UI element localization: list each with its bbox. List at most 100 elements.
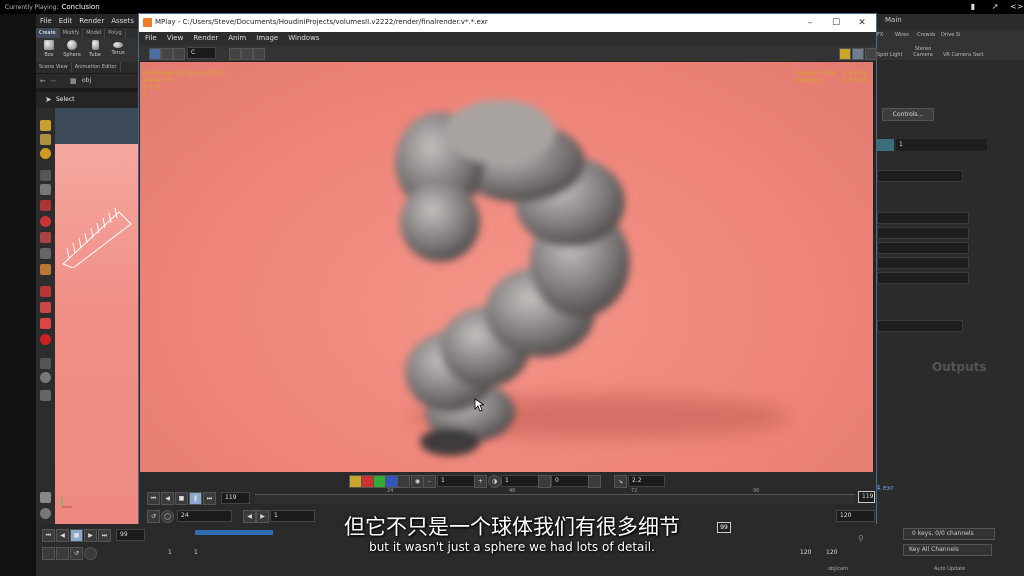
param-row[interactable] xyxy=(877,257,969,269)
scene-viewport[interactable] xyxy=(55,108,139,524)
play-reverse-button[interactable]: ◀ xyxy=(161,492,174,505)
mplay-timeline[interactable]: 24 48 72 96 xyxy=(255,488,855,504)
tab-animation-editor[interactable]: Animation Editor xyxy=(72,62,121,72)
close-button[interactable]: ✕ xyxy=(849,16,875,30)
gamma-icon[interactable]: ↘ xyxy=(614,475,627,488)
tab-crowds[interactable]: Crowds xyxy=(917,32,935,38)
rotate-icon[interactable] xyxy=(40,216,51,227)
mplay-titlebar[interactable]: MPlay - C:/Users/Steve/Documents/Houdini… xyxy=(139,14,876,32)
render-region-icon[interactable] xyxy=(40,390,51,401)
move-icon[interactable] xyxy=(40,200,51,211)
sphere-tool[interactable]: Sphere xyxy=(61,40,83,58)
param-row[interactable] xyxy=(877,212,969,224)
param-row[interactable] xyxy=(877,227,969,239)
black-point-icon[interactable] xyxy=(538,475,551,488)
menu-file[interactable]: File xyxy=(40,17,52,25)
mplay-menu-file[interactable]: File xyxy=(145,34,157,42)
view-icon[interactable] xyxy=(40,358,51,369)
mplay-menu-view[interactable]: View xyxy=(167,34,184,42)
snap-point-icon[interactable] xyxy=(40,318,51,329)
maximize-button[interactable]: ☐ xyxy=(823,16,849,30)
spot-light-tool[interactable]: Spot Light xyxy=(877,52,902,58)
pin-icon[interactable] xyxy=(839,48,851,60)
desktop-selector[interactable]: Main xyxy=(885,16,902,24)
pause-button[interactable]: ❚ xyxy=(189,492,202,505)
tab-fx[interactable]: FX xyxy=(877,32,883,38)
tab-drive-sim[interactable]: Drive Si xyxy=(941,32,960,38)
share-icon[interactable]: ↗ xyxy=(990,2,1000,12)
torus-tool[interactable]: Torus xyxy=(107,40,129,56)
end-frame-box[interactable]: 119 xyxy=(858,491,875,503)
menu-edit[interactable]: Edit xyxy=(59,17,73,25)
layout-icon[interactable] xyxy=(852,48,864,60)
param-row[interactable] xyxy=(877,170,963,182)
contrast-field[interactable]: 1 xyxy=(501,475,540,487)
view-mode-icon[interactable] xyxy=(149,48,161,60)
tab-create[interactable]: Create xyxy=(36,28,60,38)
compare-icon[interactable] xyxy=(241,48,253,60)
switcher-tool[interactable]: Swit xyxy=(973,52,984,58)
channel-select[interactable]: C xyxy=(187,47,216,59)
select-tool-icon[interactable] xyxy=(40,120,51,131)
back-arrow-icon[interactable]: ← xyxy=(40,77,46,85)
histogram-icon[interactable] xyxy=(253,48,265,60)
stereo-camera-tool[interactable]: Stereo Camera xyxy=(911,46,935,58)
network-path[interactable]: obj xyxy=(82,77,91,84)
scale-icon[interactable] xyxy=(40,232,51,243)
network-path-field[interactable] xyxy=(877,320,963,332)
controls-button[interactable]: Controls... xyxy=(882,108,934,121)
pointer-icon[interactable] xyxy=(40,170,51,181)
white-point-icon[interactable] xyxy=(588,475,601,488)
tab-modify[interactable]: Modify xyxy=(60,28,84,38)
zoom-icon[interactable] xyxy=(161,48,173,60)
contrast-icon[interactable]: ◑ xyxy=(488,475,501,488)
param-row[interactable] xyxy=(877,272,969,284)
exposure-field[interactable]: 1 xyxy=(437,475,476,487)
axis-icon[interactable] xyxy=(40,492,51,503)
mplay-menu-windows[interactable]: Windows xyxy=(288,34,319,42)
magnet-icon[interactable] xyxy=(40,334,51,345)
mplay-menu-image[interactable]: Image xyxy=(256,34,278,42)
tab-model[interactable]: Model xyxy=(83,28,106,38)
pan-icon[interactable] xyxy=(173,48,185,60)
handle-icon[interactable] xyxy=(40,264,51,275)
light-tool-icon[interactable] xyxy=(40,148,51,159)
snap-prim-icon[interactable] xyxy=(40,302,51,313)
minimize-button[interactable]: – xyxy=(797,16,823,30)
black-point-field[interactable]: 0 xyxy=(551,475,590,487)
snap-grid-icon[interactable] xyxy=(40,286,51,297)
tube-tool[interactable]: Tube xyxy=(84,40,106,58)
skip-end-button[interactable]: ⏭ xyxy=(203,492,216,505)
exposure-minus[interactable]: – xyxy=(423,475,436,488)
obj-list-label[interactable]: obj/cam xyxy=(828,566,848,572)
skip-start-button[interactable]: ⏮ xyxy=(147,492,160,505)
tab-scene-view[interactable]: Scene View xyxy=(36,62,72,72)
auto-update-label[interactable]: Auto Update xyxy=(934,566,965,572)
param-row[interactable] xyxy=(877,242,969,254)
stop-button[interactable]: ■ xyxy=(175,492,188,505)
bookmark-icon[interactable]: ▮ xyxy=(968,2,978,12)
gamma-field[interactable]: 2.2 xyxy=(628,475,665,487)
forward-arrow-icon[interactable]: → xyxy=(50,77,56,85)
menu-render[interactable]: Render xyxy=(79,17,104,25)
camera-icon[interactable] xyxy=(40,372,51,383)
group-tool-icon[interactable] xyxy=(40,134,51,145)
parameter-field[interactable]: 1 xyxy=(896,139,987,151)
split-view-icon[interactable] xyxy=(229,48,241,60)
tab-polygon[interactable]: Polyg xyxy=(105,28,126,38)
vr-camera-tool[interactable]: VR Camera xyxy=(943,52,971,58)
lock-icon[interactable] xyxy=(40,184,51,195)
mplay-menu-anim[interactable]: Anim xyxy=(228,34,246,42)
render-view[interactable]: finalrender.v0.[$F.exr][119] 1280x720 fr… xyxy=(140,62,873,472)
menu-assets[interactable]: Assets xyxy=(111,17,134,25)
tab-wires[interactable]: Wires xyxy=(895,32,909,38)
current-frame-field[interactable]: 119 xyxy=(221,492,250,504)
box-tool[interactable]: Box xyxy=(38,40,60,58)
exposure-plus[interactable]: + xyxy=(474,475,487,488)
settings-icon[interactable] xyxy=(865,48,877,60)
ruler-label: 48 xyxy=(509,488,516,494)
pose-icon[interactable] xyxy=(40,248,51,259)
code-icon[interactable]: <> xyxy=(1010,2,1023,12)
mplay-menu-render[interactable]: Render xyxy=(193,34,218,42)
alpha-channel-button[interactable] xyxy=(397,475,410,488)
